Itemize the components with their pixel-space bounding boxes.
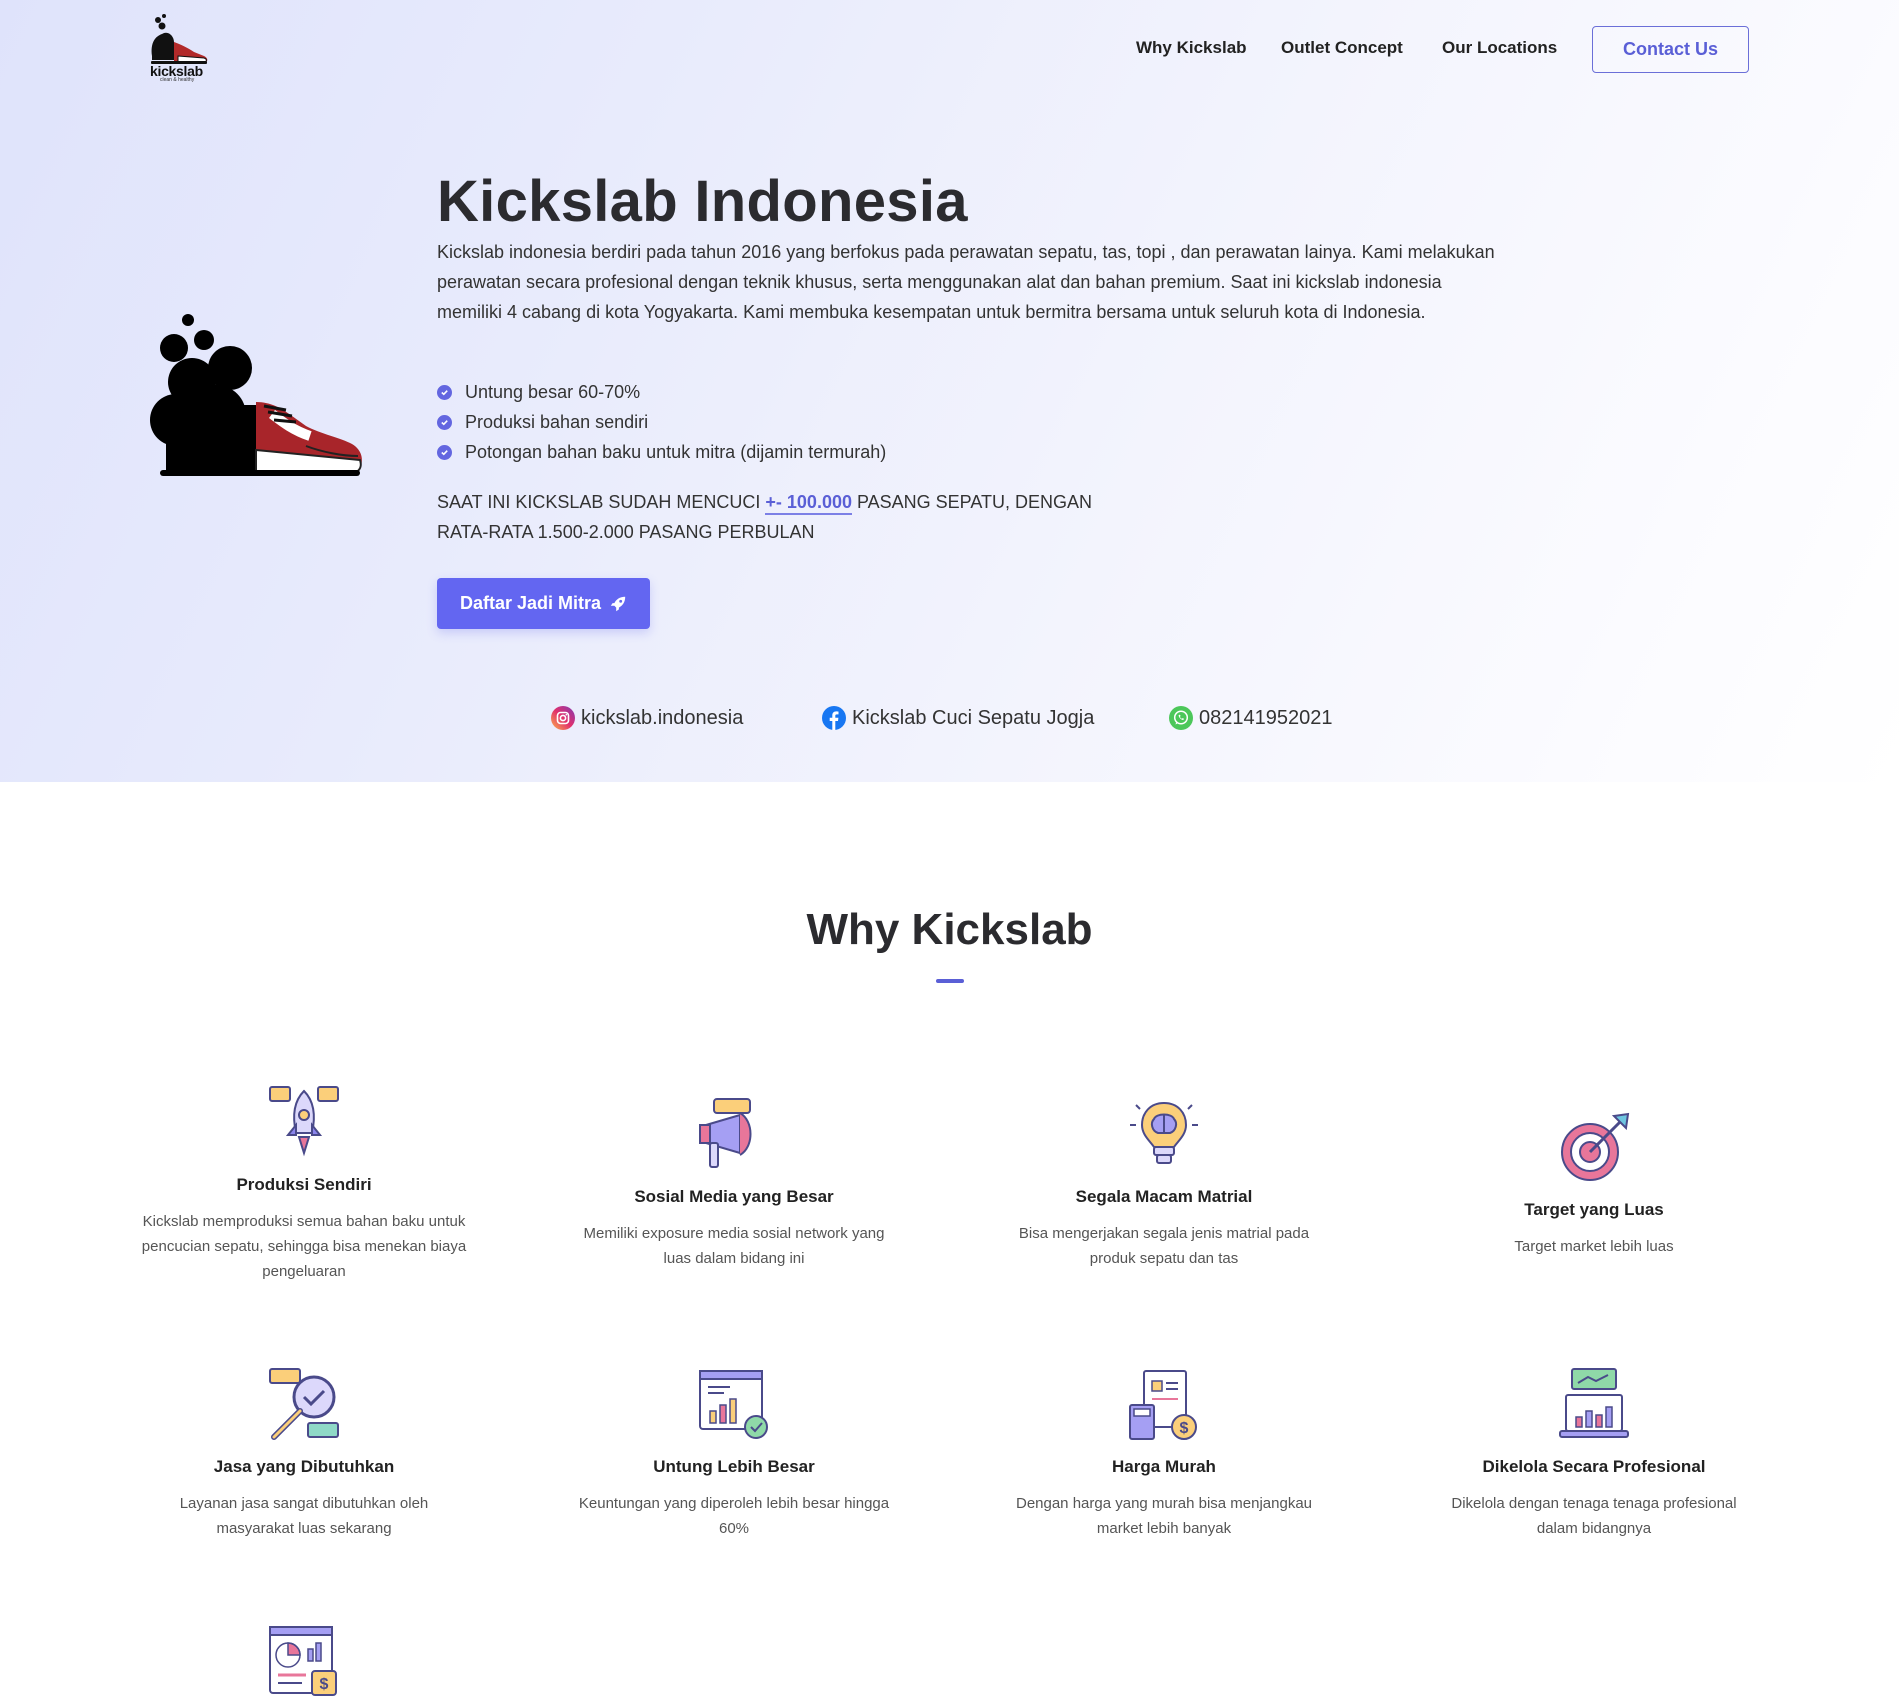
chart-window-icon — [699, 1370, 768, 1439]
card-title: Sosial Media yang Besar — [634, 1187, 834, 1206]
instagram-icon — [551, 706, 575, 730]
nav-our-locations[interactable]: Our Locations — [1442, 38, 1557, 58]
nav-outlet-concept[interactable]: Outlet Concept — [1281, 38, 1403, 58]
logo-tagline: clean & healthy — [160, 77, 195, 83]
card-description: Memiliki exposure media sosial network y… — [583, 1225, 885, 1267]
facebook-page: Kickslab Cuci Sepatu Jogja — [852, 706, 1095, 729]
feature-text: Produksi bahan sendiri — [465, 411, 649, 432]
card-title: Target yang Luas — [1524, 1200, 1664, 1219]
hero-description: Kickslab indonesia berdiri pada tahun 20… — [437, 242, 1495, 322]
stats-text-before: SAAT INI KICKSLAB SUDAH MENCUCI — [437, 492, 766, 512]
whatsapp-number: 082141952021 — [1199, 706, 1333, 729]
feature-item: Potongan bahan baku untuk mitra (dijamin… — [437, 437, 886, 467]
washed-shoes-stats: SAAT INI KICKSLAB SUDAH MENCUCI +- 100.0… — [437, 487, 1137, 547]
svg-text:$: $ — [320, 1676, 329, 1693]
feature-list: Untung besar 60-70% Produksi bahan sendi… — [437, 377, 886, 467]
daftar-jadi-mitra-button[interactable]: Daftar Jadi Mitra — [437, 578, 650, 629]
card-description: Kickslab memproduksi semua bahan baku un… — [141, 1213, 467, 1280]
feature-item: Produksi bahan sendiri — [437, 407, 886, 437]
facebook-link[interactable]: Kickslab Cuci Sepatu Jogja — [822, 706, 1094, 730]
feature-text: Potongan bahan baku untuk mitra (dijamin… — [465, 441, 887, 462]
card-title: Produksi Sendiri — [236, 1175, 372, 1194]
card-title: Untung Lebih Besar — [653, 1457, 815, 1476]
nav-why-kickslab[interactable]: Why Kickslab — [1136, 38, 1247, 58]
rocket-icon — [269, 1086, 339, 1157]
card-description: Dengan harga yang murah bisa menjangkau … — [1015, 1495, 1313, 1537]
svg-text:$: $ — [1180, 1420, 1189, 1437]
megaphone-icon — [699, 1098, 752, 1168]
card-description: Layanan jasa sangat dibutuhkan oleh masy… — [179, 1495, 429, 1537]
feature-card-target-yang-luas: Target yang Luas Target market lebih lua… — [1429, 1110, 1759, 1259]
lightbulb-brain-icon — [1130, 1101, 1198, 1164]
facebook-icon — [822, 706, 846, 730]
whatsapp-icon — [1169, 706, 1193, 730]
card-title: Jasa yang Dibutuhkan — [213, 1457, 395, 1476]
title-underline — [936, 979, 964, 983]
card-description: Dikelola dengan tenaga tenaga profesiona… — [1451, 1495, 1737, 1537]
card-title: Dikelola Secara Profesional — [1482, 1457, 1706, 1476]
kickslab-logo[interactable]: kickslab clean & healthy — [148, 12, 216, 83]
feature-text: Untung besar 60-70% — [465, 381, 641, 402]
feature-card-produksi-sendiri: Produksi Sendiri Kickslab memproduksi se… — [139, 1085, 469, 1284]
report-dollar-icon: $ — [269, 1626, 337, 1696]
feature-card-harga-murah: $ Harga Murah Dengan harga yang murah bi… — [999, 1367, 1329, 1541]
check-circle-icon — [437, 444, 452, 460]
hero-shoe-illustration — [146, 310, 366, 485]
feature-card-dikelola-profesional: Dikelola Secara Profesional Dikelola den… — [1429, 1367, 1759, 1541]
invoice-calculator-icon: $ — [1129, 1370, 1197, 1440]
feature-card-report: $ — [139, 1625, 469, 1700]
rocket-icon — [610, 596, 626, 611]
card-title: Segala Macam Matrial — [1075, 1187, 1253, 1206]
stats-highlight: +- 100.000 — [765, 492, 852, 515]
cta-label: Daftar Jadi Mitra — [459, 593, 602, 613]
laptop-chart-icon — [1559, 1368, 1629, 1438]
card-description: Keuntungan yang diperoleh lebih besar hi… — [578, 1495, 890, 1537]
card-title: Harga Murah — [1112, 1457, 1216, 1476]
contact-us-button[interactable]: Contact Us — [1592, 26, 1749, 73]
whatsapp-link[interactable]: 082141952021 — [1169, 706, 1332, 730]
feature-card-sosial-media: Sosial Media yang Besar Memiliki exposur… — [569, 1097, 899, 1271]
feature-card-segala-macam-matrial: Segala Macam Matrial Bisa mengerjakan se… — [999, 1097, 1329, 1271]
card-description: Target market lebih luas — [1514, 1238, 1674, 1255]
check-circle-icon — [437, 384, 452, 400]
feature-card-untung-lebih-besar: Untung Lebih Besar Keuntungan yang diper… — [569, 1367, 899, 1541]
feature-card-jasa-yang-dibutuhkan: Jasa yang Dibutuhkan Layanan jasa sangat… — [139, 1367, 469, 1541]
instagram-handle: kickslab.indonesia — [581, 706, 744, 729]
why-kickslab-title: Why Kickslab — [806, 905, 1093, 954]
target-icon — [1561, 1112, 1630, 1181]
card-description: Bisa mengerjakan segala jenis matrial pa… — [1018, 1225, 1310, 1267]
hero-title: Kickslab Indonesia — [437, 169, 968, 234]
magnifier-check-icon — [269, 1368, 339, 1440]
check-circle-icon — [437, 414, 452, 430]
instagram-link[interactable]: kickslab.indonesia — [551, 706, 743, 730]
feature-item: Untung besar 60-70% — [437, 377, 886, 407]
